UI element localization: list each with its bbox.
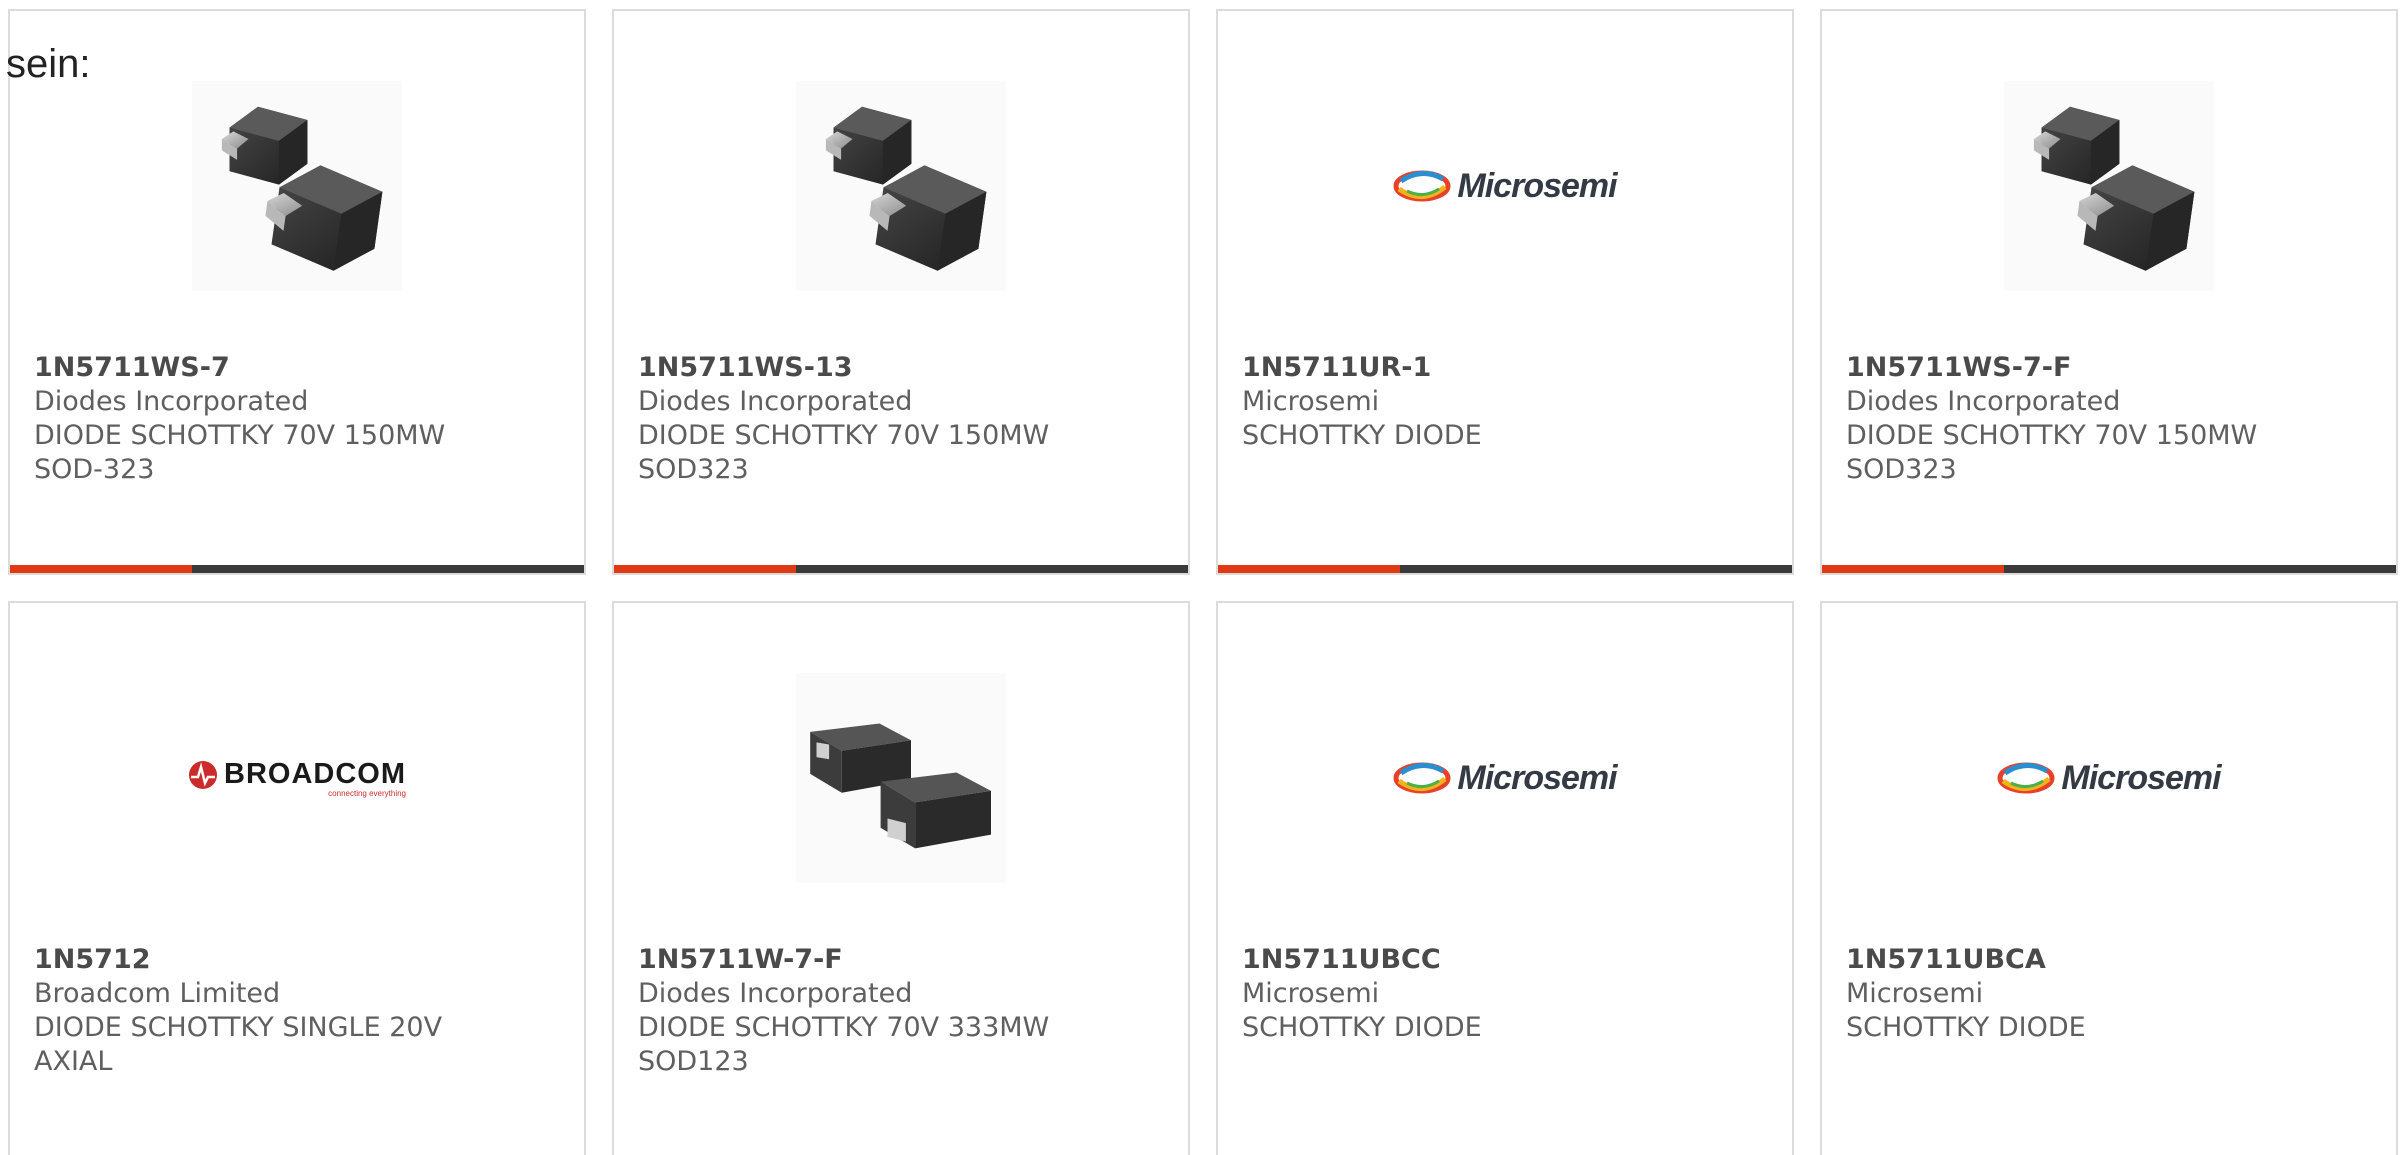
product-card[interactable]: BROADCOM connecting everything 1N5712 Br… xyxy=(8,601,586,1155)
logo-text: Microsemi xyxy=(2061,758,2221,797)
part-number[interactable]: 1N5711WS-7 xyxy=(34,351,564,385)
description-line: SCHOTTKY DIODE xyxy=(1846,1012,2086,1043)
logo-tagline: connecting everything xyxy=(328,789,406,798)
product-info: 1N5711W-7-F Diodes Incorporated DIODE SC… xyxy=(638,943,1168,1079)
product-info: 1N5711UBCC Microsemi SCHOTTKY DIODE xyxy=(1242,943,1772,1045)
microsemi-logo: Microsemi xyxy=(1393,758,1618,798)
logo-text: BROADCOM xyxy=(224,758,406,790)
product-info: 1N5711WS-13 Diodes Incorporated DIODE SC… xyxy=(638,351,1168,487)
description-line: AXIAL xyxy=(34,1046,113,1077)
manufacturer: Microsemi xyxy=(1242,386,1380,417)
microsemi-swirl-icon xyxy=(1393,170,1451,202)
product-grid: 1N5711WS-7 Diodes Incorporated DIODE SCH… xyxy=(8,9,2400,1155)
card-accent xyxy=(1218,565,1400,573)
product-card[interactable]: 1N5711WS-13 Diodes Incorporated DIODE SC… xyxy=(612,9,1190,575)
intro-text: sein: xyxy=(6,42,91,86)
sod323-diode-photo-icon xyxy=(796,81,1006,291)
description-line: SCHOTTKY DIODE xyxy=(1242,1012,1482,1043)
card-accent xyxy=(10,565,192,573)
part-number[interactable]: 1N5711UBCC xyxy=(1242,943,1772,977)
card-accent xyxy=(1822,565,2004,573)
description-line: SOD-323 xyxy=(34,454,155,485)
part-number[interactable]: 1N5711W-7-F xyxy=(638,943,1168,977)
manufacturer: Diodes Incorporated xyxy=(34,386,309,417)
microsemi-swirl-icon xyxy=(1393,762,1451,794)
product-image xyxy=(614,673,1188,883)
product-card[interactable]: 1N5711WS-7 Diodes Incorporated DIODE SCH… xyxy=(8,9,586,575)
card-bottom-bar xyxy=(1218,565,1792,573)
manufacturer: Broadcom Limited xyxy=(34,978,281,1009)
description-line: DIODE SCHOTTKY 70V 150MW xyxy=(34,420,446,451)
part-number[interactable]: 1N5711UR-1 xyxy=(1242,351,1772,385)
product-card[interactable]: 1N5711WS-7-F Diodes Incorporated DIODE S… xyxy=(1820,9,2398,575)
description-line: SOD323 xyxy=(638,454,749,485)
part-number[interactable]: 1N5711UBCA xyxy=(1846,943,2376,977)
product-info: 1N5711WS-7-F Diodes Incorporated DIODE S… xyxy=(1846,351,2376,487)
product-info: 1N5712 Broadcom Limited DIODE SCHOTTKY S… xyxy=(34,943,564,1079)
card-accent xyxy=(614,565,796,573)
description-line: DIODE SCHOTTKY 70V 150MW xyxy=(638,420,1050,451)
manufacturer: Diodes Incorporated xyxy=(638,978,913,1009)
manufacturer: Diodes Incorporated xyxy=(638,386,913,417)
product-image xyxy=(1822,81,2396,291)
manufacturer: Microsemi xyxy=(1242,978,1380,1009)
description-line: SCHOTTKY DIODE xyxy=(1242,420,1482,451)
sod323-diode-photo-icon xyxy=(192,81,402,291)
description-line: DIODE SCHOTTKY 70V 150MW xyxy=(1846,420,2258,451)
sod123-diode-photo-icon xyxy=(796,673,1006,883)
description-line: SOD323 xyxy=(1846,454,1957,485)
product-info: 1N5711UBCA Microsemi SCHOTTKY DIODE xyxy=(1846,943,2376,1045)
product-card[interactable]: Microsemi 1N5711UBCC Microsemi SCHOTTKY … xyxy=(1216,601,1794,1155)
manufacturer: Diodes Incorporated xyxy=(1846,386,2121,417)
microsemi-swirl-icon xyxy=(1997,762,2055,794)
product-image xyxy=(614,81,1188,291)
description-line: DIODE SCHOTTKY SINGLE 20V xyxy=(34,1012,443,1043)
card-bottom-bar xyxy=(614,565,1188,573)
card-bottom-bar xyxy=(1822,565,2396,573)
manufacturer: Microsemi xyxy=(1846,978,1984,1009)
product-image: Microsemi xyxy=(1822,673,2396,883)
description-line: DIODE SCHOTTKY 70V 333MW xyxy=(638,1012,1050,1043)
card-bottom-bar xyxy=(10,565,584,573)
part-number[interactable]: 1N5711WS-13 xyxy=(638,351,1168,385)
product-image xyxy=(10,81,584,291)
logo-text: Microsemi xyxy=(1457,758,1617,797)
broadcom-pulse-icon xyxy=(189,760,217,789)
product-image: BROADCOM connecting everything xyxy=(10,673,584,883)
product-image: Microsemi xyxy=(1218,673,1792,883)
part-number[interactable]: 1N5712 xyxy=(34,943,564,977)
microsemi-logo: Microsemi xyxy=(1393,166,1618,206)
product-info: 1N5711WS-7 Diodes Incorporated DIODE SCH… xyxy=(34,351,564,487)
description-line: SOD123 xyxy=(638,1046,749,1077)
broadcom-logo: BROADCOM connecting everything xyxy=(188,758,406,798)
product-image: Microsemi xyxy=(1218,81,1792,291)
microsemi-logo: Microsemi xyxy=(1997,758,2222,798)
part-number[interactable]: 1N5711WS-7-F xyxy=(1846,351,2376,385)
product-info: 1N5711UR-1 Microsemi SCHOTTKY DIODE xyxy=(1242,351,1772,453)
logo-text: Microsemi xyxy=(1457,166,1617,205)
product-card[interactable]: 1N5711W-7-F Diodes Incorporated DIODE SC… xyxy=(612,601,1190,1155)
product-card[interactable]: Microsemi 1N5711UBCA Microsemi SCHOTTKY … xyxy=(1820,601,2398,1155)
sod323-diode-photo-icon xyxy=(2004,81,2214,291)
product-card[interactable]: Microsemi 1N5711UR-1 Microsemi SCHOTTKY … xyxy=(1216,9,1794,575)
